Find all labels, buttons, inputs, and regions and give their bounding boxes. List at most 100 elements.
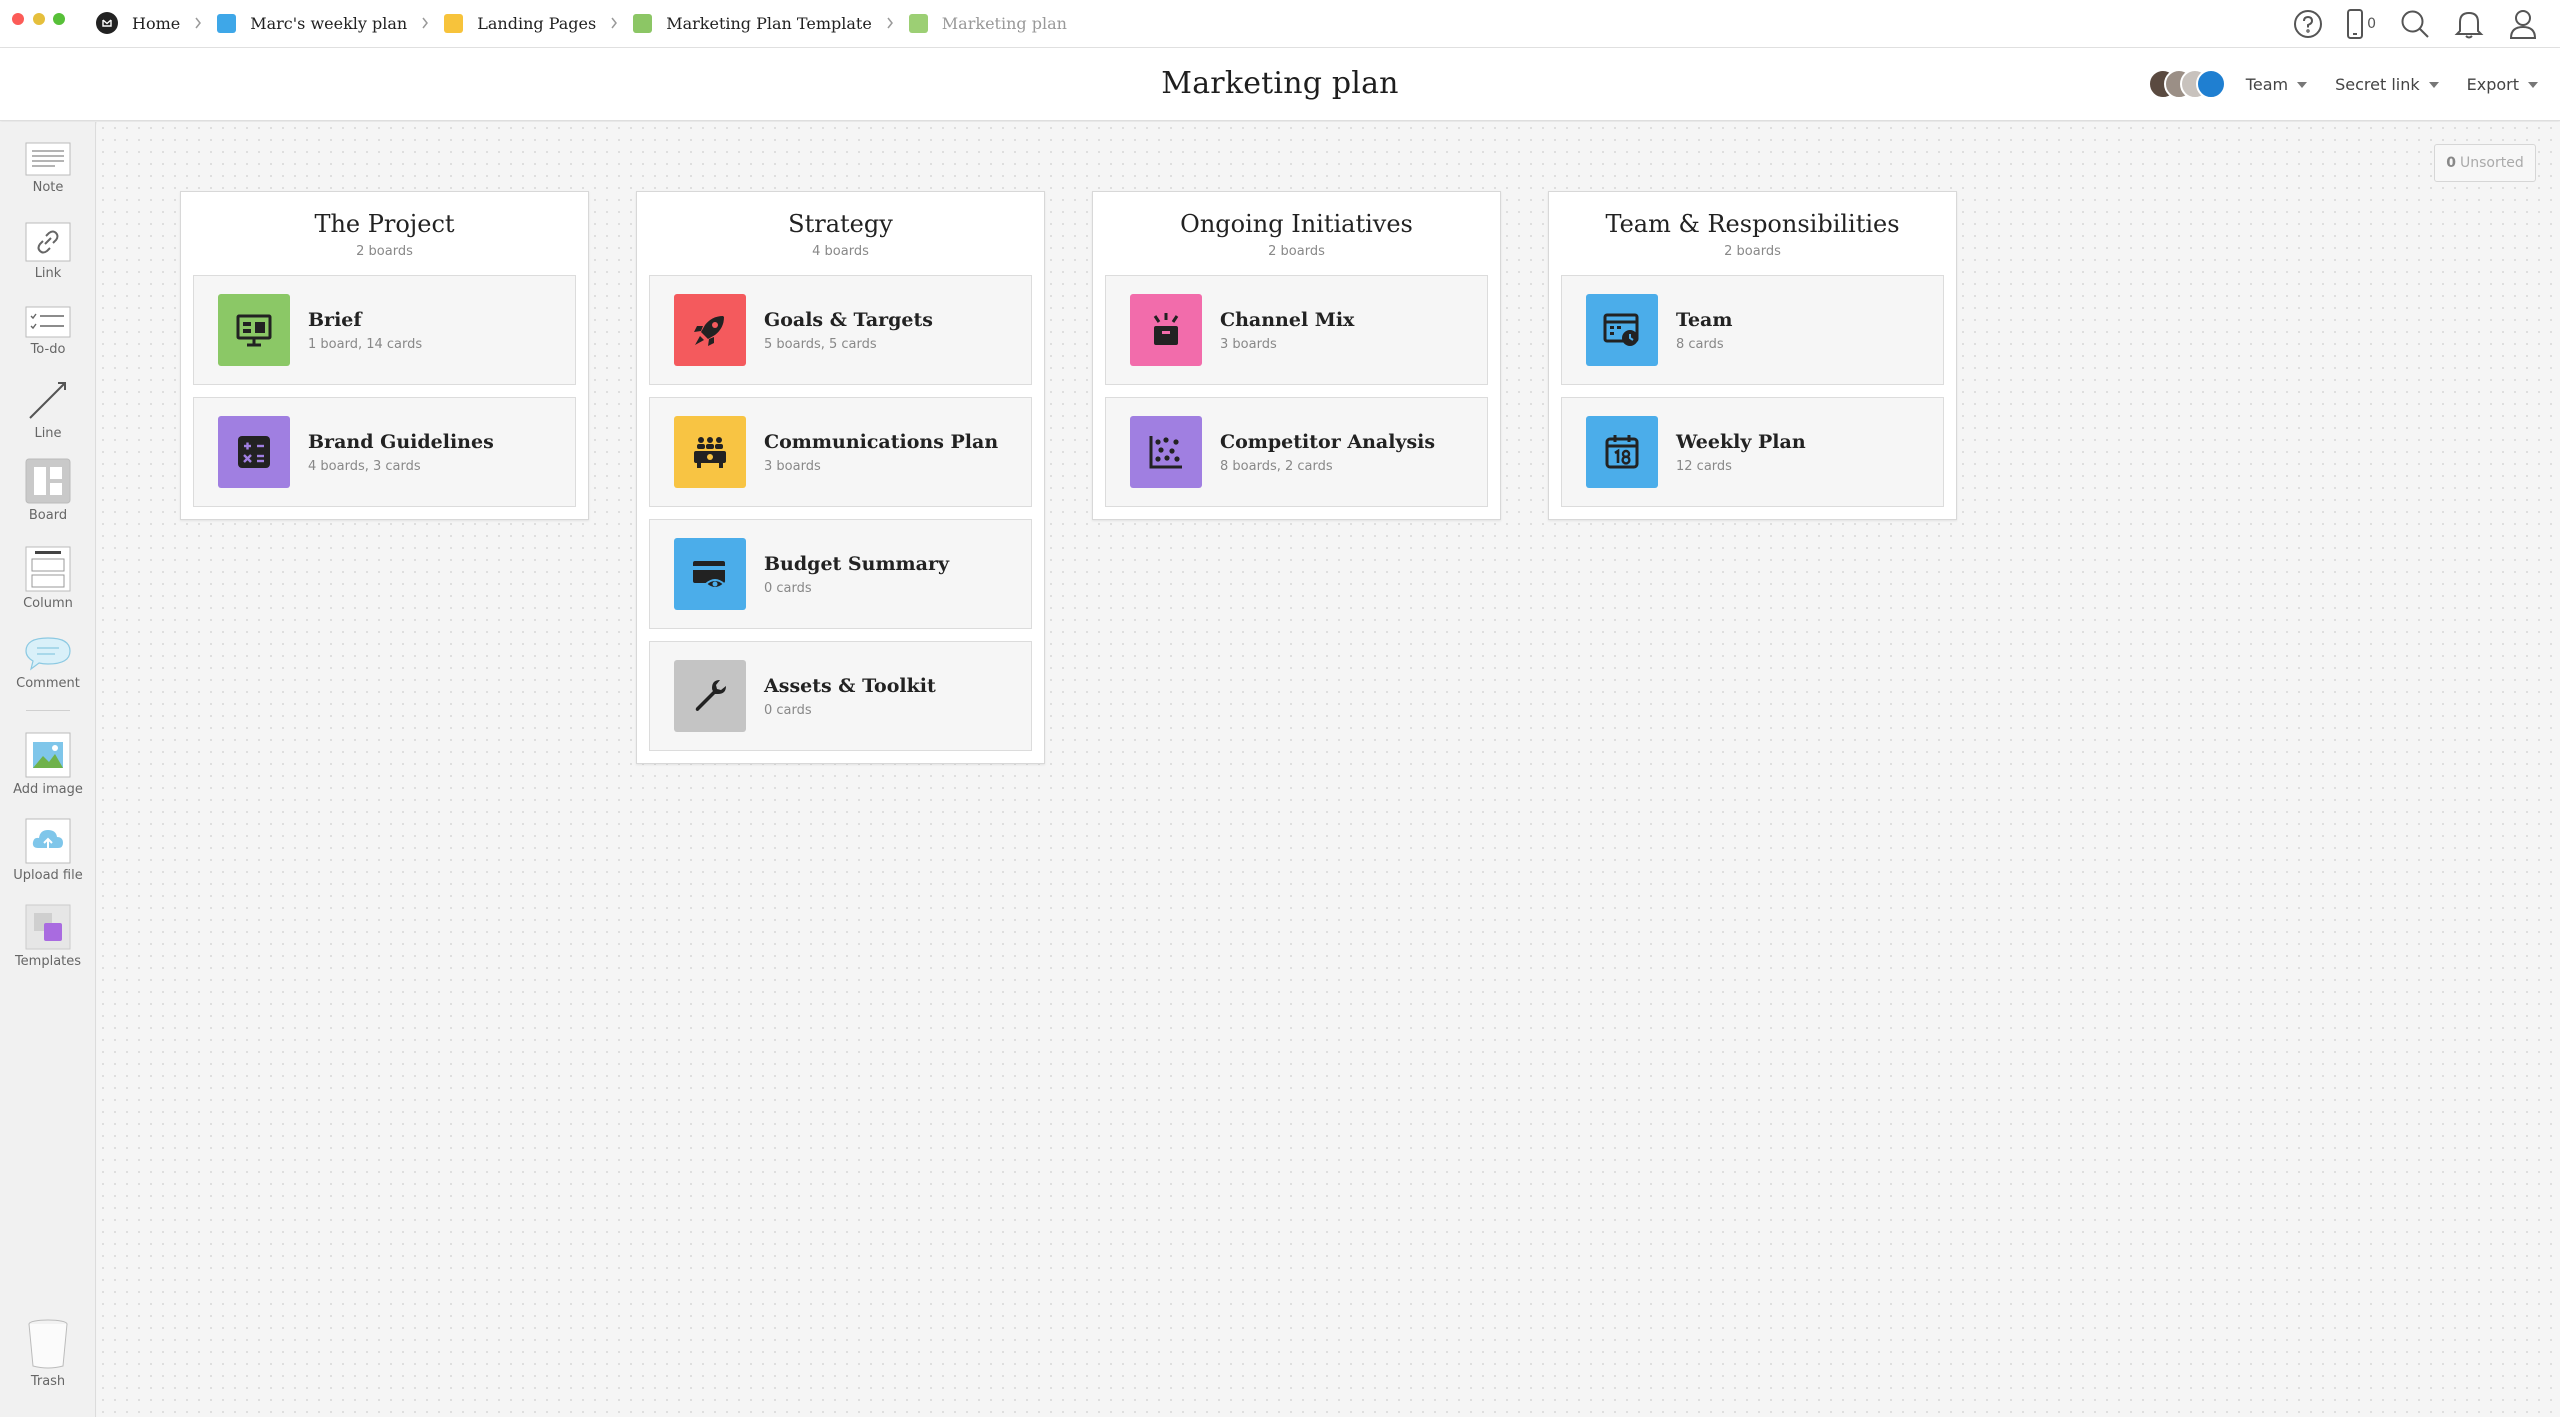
secret-link-dropdown[interactable]: Secret link [2335,75,2439,94]
board-meta: 8 boards, 2 cards [1220,458,1333,474]
column-subtitle: 4 boards [812,244,869,259]
window-close-button[interactable] [12,13,24,25]
tool-label: Add image [13,782,83,797]
board-card-goals-targets[interactable]: Goals & Targets 5 boards, 5 cards [649,275,1032,385]
device-button[interactable]: 0 [2345,7,2378,41]
chevron-right-icon [421,17,429,29]
chevron-right-icon [886,17,894,29]
user-icon[interactable] [2506,7,2540,41]
tool-label: Column [23,596,73,611]
column-the-project[interactable]: The Project 2 boards Brief 1 board, 14 c… [180,191,589,520]
board-color-icon [217,13,237,33]
breadcrumb-weekly-plan[interactable]: Marc's weekly plan [217,13,408,33]
board-card-competitor-analysis[interactable]: Competitor Analysis 8 boards, 2 cards [1105,397,1488,507]
tool-templates[interactable]: Templates [0,904,96,969]
column-title[interactable]: Team & Responsibilities [1561,210,1944,238]
tool-label: Board [28,508,68,523]
board-name: Weekly Plan [1676,430,1806,453]
export-dropdown[interactable]: Export [2467,75,2538,94]
search-icon[interactable] [2398,7,2432,41]
top-icons: 0 [2271,0,2560,48]
bell-icon[interactable] [2452,7,2486,41]
column-ongoing-initiatives[interactable]: Ongoing Initiatives 2 boards Channel Mix… [1092,191,1501,520]
board-name: Competitor Analysis [1220,430,1436,453]
board-meta: 3 boards [1220,336,1277,352]
tool-label: Upload file [13,868,83,883]
board-meta: 0 cards [764,702,812,718]
breadcrumb-label: Marketing plan [941,13,1067,33]
tool-label: Line [34,426,62,441]
breadcrumb-current: Marketing plan [908,13,1067,33]
link-icon [25,222,71,262]
tool-label: Templates [14,954,82,969]
board-canvas[interactable]: 0 Unsorted The Project 2 boards Brief 1 … [97,122,2560,1417]
tool-board[interactable]: Board [0,458,96,523]
board-card-communications-plan[interactable]: Communications Plan 3 boards [649,397,1032,507]
board-card-channel-mix[interactable]: Channel Mix 3 boards [1105,275,1488,385]
column-subtitle: 2 boards [1268,244,1325,259]
unsorted-button[interactable]: 0 Unsorted [2434,144,2536,182]
board-name: Channel Mix [1220,308,1355,331]
column-subtitle: 2 boards [356,244,413,259]
upload-icon [25,818,71,864]
caret-down-icon [2428,82,2439,88]
tool-trash[interactable]: Trash [0,1318,96,1389]
team-label: Team [2245,74,2289,94]
templates-icon [25,904,71,950]
column-title[interactable]: Strategy [649,210,1032,238]
tool-link[interactable]: Link [0,222,96,281]
tool-upload-file[interactable]: Upload file [0,818,96,883]
tool-line[interactable]: Line [0,378,96,441]
column-team-responsibilities[interactable]: Team & Responsibilities 2 boards Team 8 … [1548,191,1957,520]
board-icon [25,458,71,504]
tool-comment[interactable]: Comment [0,636,96,691]
column-title[interactable]: Ongoing Initiatives [1105,210,1488,238]
team-dropdown[interactable]: Team [2245,74,2308,94]
board-card-assets-toolkit[interactable]: Assets & Toolkit 0 cards [649,641,1032,751]
breadcrumb-landing-pages[interactable]: Landing Pages [444,13,596,33]
presentation-icon [218,294,290,366]
breadcrumb-marketing-plan-template[interactable]: Marketing Plan Template [633,13,872,33]
board-card-brand-guidelines[interactable]: Brand Guidelines 4 boards, 3 cards [193,397,576,507]
unsorted-count: 0 [2446,155,2456,171]
board-name: Brand Guidelines [308,430,494,453]
board-card-brief[interactable]: Brief 1 board, 14 cards [193,275,576,385]
board-name: Budget Summary [764,552,950,575]
tool-label: Note [32,180,64,195]
tool-todo[interactable]: To-do [0,306,96,357]
board-meta: 8 cards [1676,336,1724,352]
column-icon [25,546,71,592]
tool-label: To-do [30,342,66,357]
tool-column[interactable]: Column [0,546,96,611]
caret-down-icon [2528,82,2538,88]
header-actions: Team Secret link Export [2147,68,2538,100]
breadcrumb-home[interactable]: Home [96,12,180,34]
help-icon[interactable] [2291,7,2325,41]
tool-note[interactable]: Note [0,142,96,195]
board-card-weekly-plan[interactable]: Weekly Plan 12 cards [1561,397,1944,507]
column-title[interactable]: The Project [193,210,576,238]
wrench-icon [674,660,746,732]
board-card-team[interactable]: Team 8 cards [1561,275,1944,385]
rocket-icon [674,294,746,366]
window-minimize-button[interactable] [33,13,45,25]
breadcrumb-label: Marketing Plan Template [666,13,872,33]
column-strategy[interactable]: Strategy 4 boards Goals & Targets 5 boar… [636,191,1045,764]
board-meta: 0 cards [764,580,812,596]
board-name: Team [1676,308,1733,331]
tool-add-image[interactable]: Add image [0,732,96,797]
board-name: Brief [308,308,362,331]
board-card-budget-summary[interactable]: Budget Summary 0 cards [649,519,1032,629]
unsorted-label: Unsorted [2460,155,2524,171]
home-logo-icon [96,12,118,34]
chevron-right-icon [194,17,202,29]
secret-link-label: Secret link [2335,74,2420,94]
breadcrumb-label: Home [132,13,181,33]
breadcrumb-label: Marc's weekly plan [250,13,408,33]
collaborator-avatars[interactable] [2147,69,2226,99]
calendar-icon [1586,416,1658,488]
audience-icon [674,416,746,488]
schedule-icon [1586,294,1658,366]
window-zoom-button[interactable] [53,13,65,25]
phone-icon [2347,9,2364,39]
